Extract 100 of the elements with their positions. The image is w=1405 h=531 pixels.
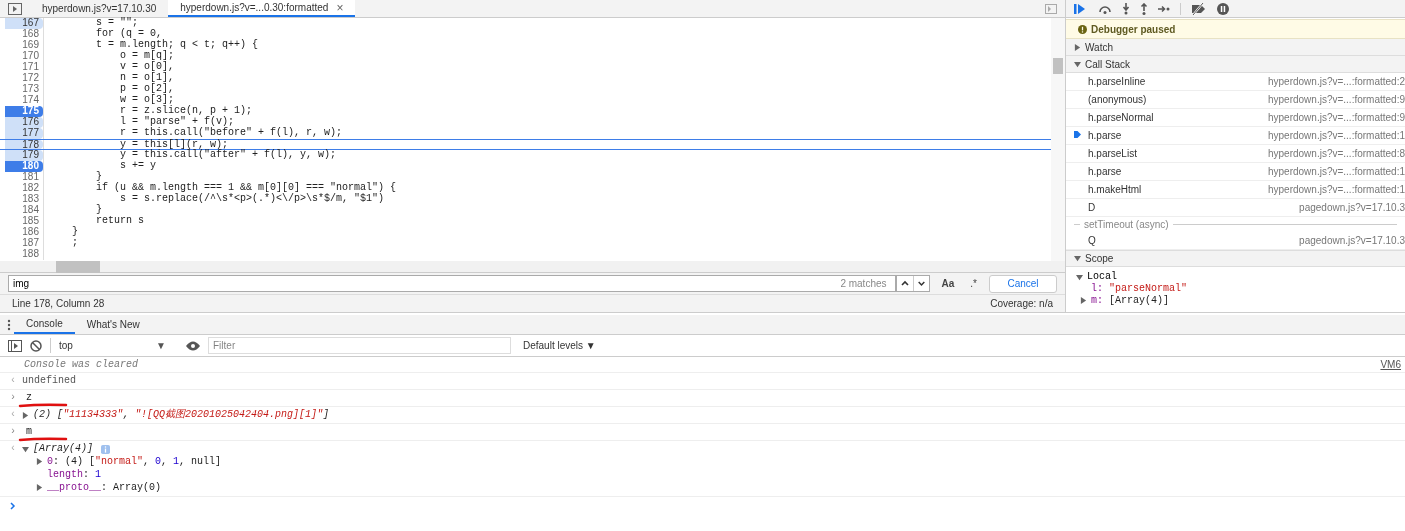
- code-line: t = m.length; q < t; q++) {: [95, 40, 259, 51]
- expand-arrow-icon[interactable]: [22, 411, 29, 419]
- pause-icon[interactable]: [1217, 2, 1229, 15]
- section-header[interactable]: Call Stack: [1066, 56, 1405, 73]
- filter-field[interactable]: Filter: [208, 337, 511, 354]
- step-icon[interactable]: [1158, 4, 1170, 13]
- line-number[interactable]: 171: [5, 62, 43, 73]
- value-text: : (4) [: [53, 455, 96, 467]
- line-number[interactable]: 186: [5, 227, 43, 238]
- code-line: w = o[3];: [119, 95, 175, 106]
- expand-arrow-icon[interactable]: [1080, 297, 1087, 304]
- call-frame[interactable]: h.parseList hyperdown.js?v=...:formatted:8: [1066, 145, 1405, 163]
- value-text: ]: [323, 409, 330, 420]
- code-line: s = "";: [95, 18, 138, 28]
- line-number[interactable]: 182: [5, 183, 43, 194]
- code-line: v = o[0],: [119, 62, 175, 73]
- editor-tab[interactable]: hyperdown.js?v=...0.30:formatted ×: [168, 0, 356, 17]
- value-text: "![QQ截图20201025042404.png][1]": [135, 409, 324, 420]
- result-arrow-icon: ‹: [10, 409, 18, 421]
- input-prompt-icon: ›: [10, 426, 16, 438]
- match-case-button[interactable]: Aa: [937, 276, 959, 291]
- line-number[interactable]: 188: [5, 249, 43, 260]
- info-icon: [1078, 24, 1087, 34]
- code-line: r = z.slice(n, p + 1);: [119, 106, 253, 117]
- line-number[interactable]: 185: [5, 216, 43, 227]
- line-number[interactable]: 168: [5, 29, 43, 40]
- scope-variable[interactable]: l: "parseNormal": [1091, 283, 1188, 295]
- code-line: ;: [71, 238, 78, 249]
- console-command: z: [26, 392, 33, 404]
- regex-button[interactable]: .*: [966, 276, 981, 291]
- source-link[interactable]: VM6: [1380, 358, 1401, 371]
- line-number[interactable]: 173: [5, 84, 43, 95]
- line-number[interactable]: 180: [5, 161, 43, 172]
- paused-banner: Debugger paused: [1066, 19, 1405, 39]
- code-line: if (u && m.length === 1 && m[0][0] === "normal") {: [95, 183, 397, 194]
- line-number[interactable]: 183: [5, 194, 43, 205]
- call-frame[interactable]: h.parseNormal hyperdown.js?v=...:formatted:9: [1066, 109, 1405, 127]
- line-number[interactable]: 181: [5, 172, 43, 183]
- code-line: }: [95, 172, 102, 183]
- match-count: 2 matches: [840, 277, 888, 291]
- value-text: :: [83, 468, 91, 480]
- call-frame[interactable]: h.makeHtml hyperdown.js?v=...:formatted:1: [1066, 181, 1405, 199]
- line-number[interactable]: 184: [5, 205, 43, 216]
- line-number[interactable]: 172: [5, 73, 43, 84]
- sidebar-toggle-icon[interactable]: [8, 339, 22, 352]
- scope-variable[interactable]: m: [Array(4)]: [1091, 295, 1170, 307]
- call-frame[interactable]: h.parse hyperdown.js?v=...:formatted:1: [1066, 163, 1405, 181]
- code-line: s = s.replace(/^\s*<p>(.*)<\/p>\s*$/m, "$1"): [119, 194, 385, 205]
- step-out-icon[interactable]: [1140, 2, 1148, 15]
- value-text: (2) [: [33, 409, 63, 420]
- section-header[interactable]: Watch: [1066, 39, 1405, 56]
- line-number[interactable]: 175: [5, 106, 43, 117]
- scope-label[interactable]: Local: [1087, 271, 1117, 283]
- call-frame[interactable]: h.parseInline hyperdown.js?v=...:formatted:2: [1066, 73, 1405, 91]
- vertical-scrollbar[interactable]: [1051, 18, 1065, 261]
- async-separator: setTimeout (async): [1084, 218, 1169, 232]
- expand-arrow-icon[interactable]: [1074, 255, 1081, 262]
- sidebar-toggle-icon[interactable]: [8, 2, 22, 15]
- code-line: s += y: [119, 161, 157, 172]
- value-text: ,: [161, 455, 169, 467]
- close-icon[interactable]: ×: [336, 0, 344, 17]
- eye-icon[interactable]: [186, 340, 200, 351]
- deactivate-breakpoints-icon[interactable]: [1191, 2, 1207, 15]
- line-number[interactable]: 170: [5, 51, 43, 62]
- expand-arrow-icon[interactable]: [1074, 60, 1081, 68]
- value-text: undefined: [22, 375, 76, 386]
- call-frame[interactable]: D pagedown.js?v=17.10.3: [1066, 199, 1405, 217]
- search-field[interactable]: img 2 matches: [8, 275, 896, 292]
- line-number[interactable]: 169: [5, 40, 43, 51]
- expand-arrow-icon[interactable]: [1074, 43, 1081, 51]
- value-text: ,: [143, 455, 151, 467]
- cancel-button[interactable]: Cancel: [989, 274, 1057, 293]
- info-icon: [101, 444, 110, 454]
- section-header[interactable]: Scope: [1066, 250, 1405, 267]
- console-message: Console was cleared: [24, 358, 139, 371]
- context-select[interactable]: top ▼: [50, 338, 170, 353]
- code-line: l = "parse" + f(v);: [119, 117, 235, 128]
- call-frame[interactable]: h.parse hyperdown.js?v=...:formatted:1: [1066, 127, 1405, 145]
- levels-dropdown[interactable]: Default levels ▼: [523, 338, 596, 353]
- horizontal-scrollbar[interactable]: [0, 261, 1065, 273]
- drawer-tab[interactable]: What's New: [74, 315, 152, 334]
- line-number[interactable]: 174: [5, 95, 43, 106]
- prompt-icon[interactable]: [10, 502, 16, 510]
- code-line: y = this[l](r, w);: [119, 140, 229, 149]
- editor-tab[interactable]: hyperdown.js?v=17.10.30: [30, 0, 169, 17]
- panel-toggle-icon[interactable]: [1045, 3, 1057, 14]
- underline-mark: [18, 437, 68, 442]
- code-line: return s: [95, 216, 144, 227]
- code-line: }: [71, 227, 78, 238]
- call-frame[interactable]: (anonymous) hyperdown.js?v=...:formatted:9: [1066, 91, 1405, 109]
- clear-console-icon[interactable]: [30, 339, 42, 352]
- expand-arrow-icon[interactable]: [1076, 273, 1083, 281]
- step-over-icon[interactable]: [1098, 3, 1112, 14]
- code-line: }: [95, 205, 102, 216]
- expand-arrow-icon[interactable]: [36, 484, 43, 491]
- coverage-text: Coverage: n/a: [990, 297, 1053, 311]
- line-number[interactable]: 187: [5, 238, 43, 249]
- value-text: [Array(4)]: [33, 443, 93, 454]
- code-line: y = this.call("after" + f(l), y, w);: [119, 150, 337, 161]
- step-into-icon[interactable]: [1122, 2, 1130, 15]
